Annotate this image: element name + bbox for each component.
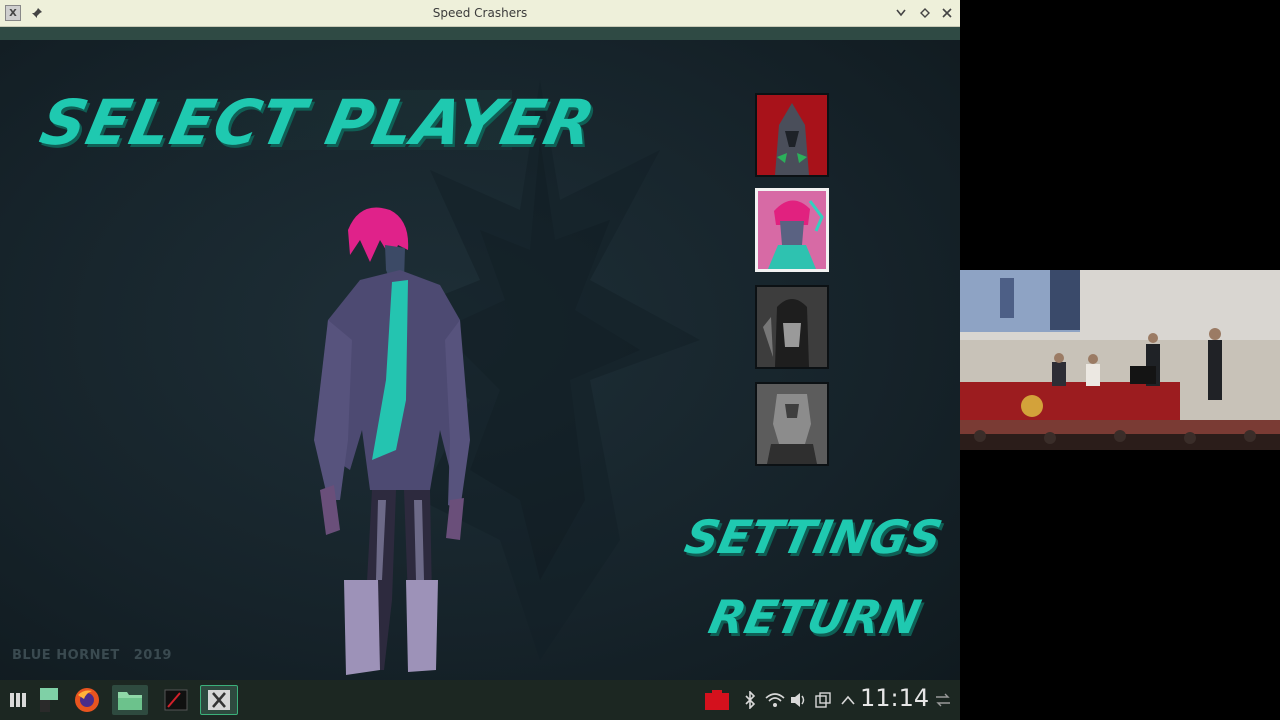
maximize-icon[interactable] bbox=[917, 5, 933, 21]
game-canvas: SELECT PLAYER SETTINGS RETURN BLUE HORNE… bbox=[0, 40, 960, 680]
wifi-icon[interactable] bbox=[764, 686, 786, 714]
clock[interactable]: 11:14 bbox=[860, 684, 929, 712]
minimize-icon[interactable] bbox=[893, 5, 909, 21]
character-preview bbox=[314, 207, 470, 675]
character-portrait-4[interactable] bbox=[755, 382, 829, 466]
studio-credit: BLUE HORNET 2019 bbox=[12, 648, 172, 663]
settings-button[interactable]: SETTINGS bbox=[680, 510, 946, 564]
chevron-up-icon[interactable] bbox=[838, 686, 858, 714]
studio-name: BLUE HORNET bbox=[12, 648, 120, 663]
window-strip bbox=[0, 27, 960, 40]
active-app-icon[interactable] bbox=[200, 685, 238, 715]
close-icon[interactable] bbox=[939, 5, 955, 21]
titlebar: X Speed Crashers bbox=[0, 0, 960, 27]
screen: X Speed Crashers SELECT PLAYER SETTINGS … bbox=[0, 0, 1280, 720]
select-player-heading: SELECT PLAYER bbox=[34, 86, 602, 159]
volume-icon[interactable] bbox=[789, 686, 809, 714]
credit-year: 2019 bbox=[133, 648, 172, 663]
webcam-video bbox=[960, 270, 1280, 450]
character-portrait-2-selected[interactable] bbox=[755, 188, 829, 272]
window-title: Speed Crashers bbox=[432, 6, 528, 20]
windows-icon[interactable] bbox=[813, 686, 833, 714]
network-transfer-icon[interactable] bbox=[932, 686, 954, 714]
return-button[interactable]: RETURN bbox=[704, 590, 925, 644]
game-window: X Speed Crashers SELECT PLAYER SETTINGS … bbox=[0, 0, 960, 680]
bluetooth-icon[interactable] bbox=[740, 686, 760, 714]
file-manager-icon[interactable] bbox=[112, 685, 148, 715]
firefox-icon[interactable] bbox=[72, 685, 102, 715]
notification-icon[interactable] bbox=[702, 686, 732, 714]
terminal-icon[interactable] bbox=[158, 685, 194, 715]
show-desktop-icon[interactable] bbox=[36, 685, 62, 715]
character-portrait-3[interactable] bbox=[755, 285, 829, 369]
character-portrait-1[interactable] bbox=[755, 93, 829, 177]
app-menu-icon[interactable] bbox=[6, 685, 30, 715]
